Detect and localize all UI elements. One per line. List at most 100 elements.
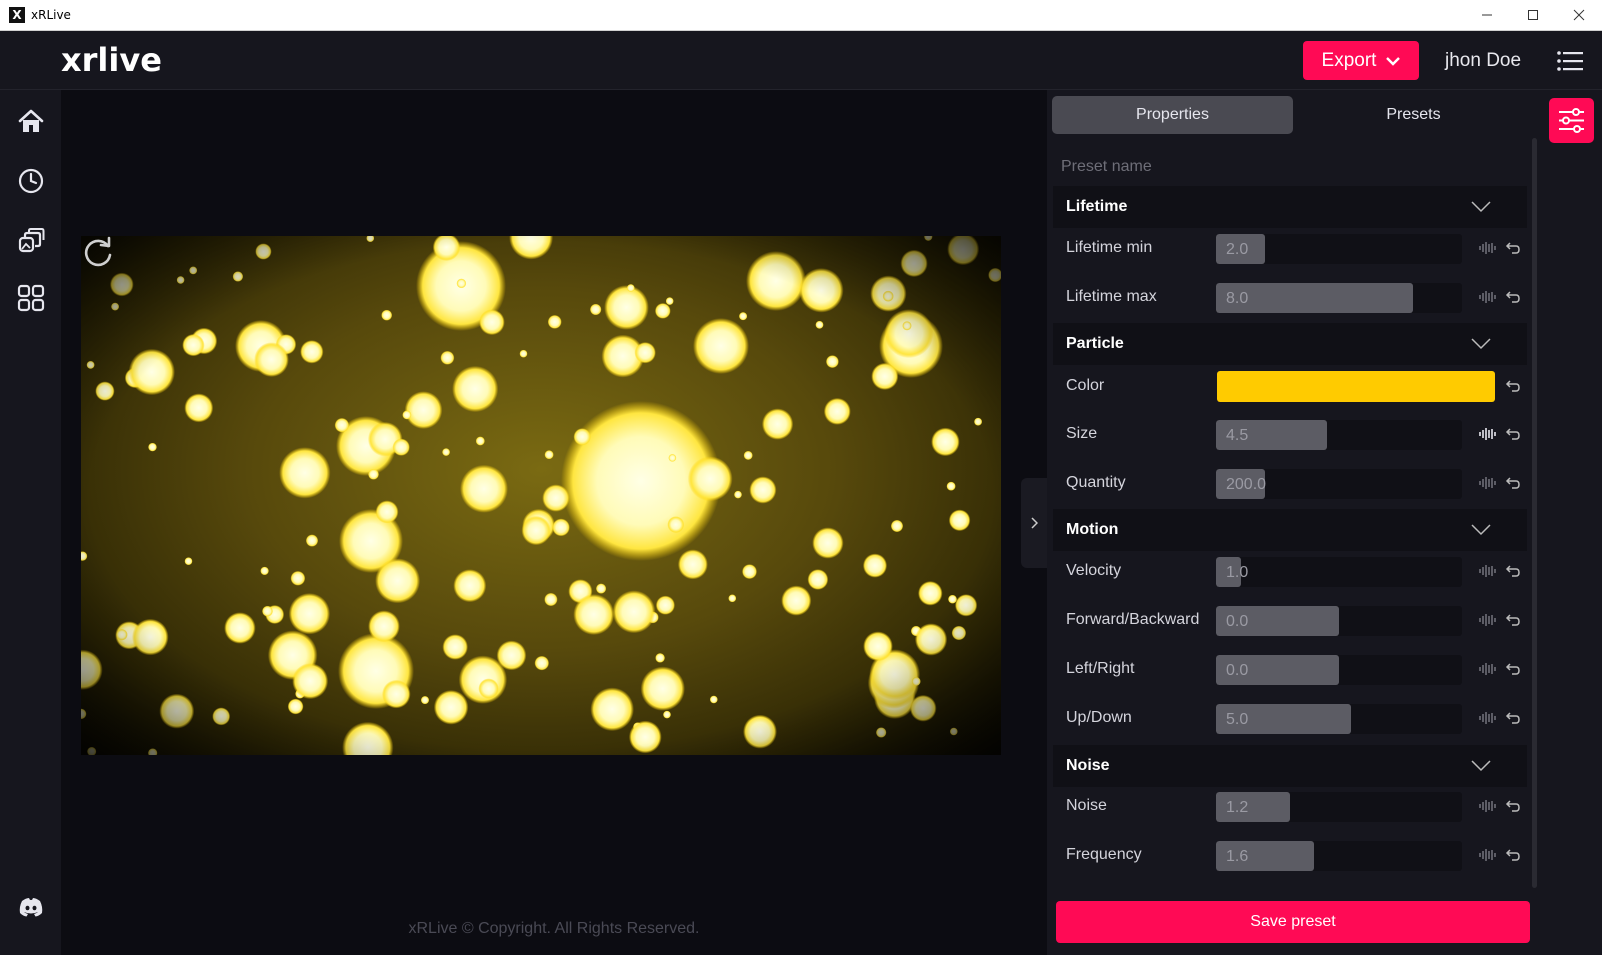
discord-icon[interactable]	[17, 893, 45, 921]
prop-lifetime-min: Lifetime min 2.0	[1053, 227, 1527, 271]
minimize-icon[interactable]	[1464, 0, 1510, 30]
panel-collapse-handle[interactable]	[1021, 478, 1047, 568]
reset-icon[interactable]	[1505, 564, 1521, 578]
left-right-slider[interactable]: 0.0	[1216, 655, 1462, 685]
group-title: Particle	[1066, 335, 1124, 352]
up-down-slider[interactable]: 5.0	[1216, 704, 1462, 734]
slider-value: 4.5	[1226, 427, 1249, 444]
prop-left-right: Left/Right 0.0	[1053, 648, 1527, 692]
prop-label: Forward/Backward	[1066, 611, 1200, 628]
audio-wave-icon[interactable]	[1479, 476, 1497, 490]
reset-icon[interactable]	[1505, 476, 1521, 490]
prop-label: Lifetime max	[1066, 288, 1157, 305]
save-preset-button[interactable]: Save preset	[1056, 901, 1530, 943]
prop-label: Size	[1066, 425, 1098, 442]
slider-value: 200.0	[1226, 476, 1267, 493]
forward-backward-slider[interactable]: 0.0	[1216, 606, 1462, 636]
replay-icon[interactable]	[81, 236, 115, 270]
prop-quantity: Quantity 200.0	[1053, 462, 1527, 506]
lifetime-max-slider[interactable]: 8.0	[1216, 283, 1462, 313]
prop-up-down: Up/Down 5.0	[1053, 697, 1527, 741]
slider-value: 1.6	[1226, 848, 1249, 865]
tune-settings-button[interactable]	[1549, 98, 1594, 143]
reset-icon[interactable]	[1505, 848, 1521, 862]
user-name[interactable]: jhon Doe	[1445, 50, 1521, 72]
noise-slider[interactable]: 1.2	[1216, 792, 1462, 822]
panel-scrollbar[interactable]	[1532, 138, 1537, 888]
lifetime-min-slider[interactable]: 2.0	[1216, 234, 1462, 264]
size-slider[interactable]: 4.5	[1216, 420, 1462, 450]
sliders-icon	[1559, 108, 1584, 133]
grid-icon[interactable]	[17, 284, 45, 312]
slider-value: 8.0	[1226, 290, 1249, 307]
audio-wave-icon[interactable]	[1479, 848, 1497, 862]
prop-forward-backward: Forward/Backward 0.0	[1053, 599, 1527, 643]
reset-icon[interactable]	[1505, 241, 1521, 255]
audio-wave-icon[interactable]	[1479, 799, 1497, 813]
right-toolbar	[1539, 90, 1602, 955]
prop-label: Frequency	[1066, 846, 1142, 863]
copyright-text: xRLive © Copyright. All Rights Reserved.	[408, 920, 700, 937]
app-icon: X	[9, 7, 25, 23]
prop-label: Left/Right	[1066, 660, 1135, 677]
group-motion[interactable]: Motion	[1053, 509, 1527, 551]
clock-icon[interactable]	[17, 167, 45, 195]
preview-stage: xRLive © Copyright. All Rights Reserved.	[61, 90, 1047, 955]
group-title: Noise	[1066, 757, 1110, 774]
prop-color: Color	[1053, 365, 1527, 409]
audio-wave-icon[interactable]	[1479, 427, 1497, 441]
group-noise[interactable]: Noise	[1053, 745, 1527, 787]
velocity-slider[interactable]: 1.0	[1216, 557, 1462, 587]
prop-frequency: Frequency 1.6	[1053, 834, 1527, 878]
chevron-down-icon	[1471, 201, 1491, 213]
reset-icon[interactable]	[1505, 613, 1521, 627]
close-icon[interactable]	[1556, 0, 1602, 30]
preset-name-input[interactable]: Preset name	[1061, 158, 1152, 176]
reset-icon[interactable]	[1505, 799, 1521, 813]
export-label: Export	[1321, 49, 1377, 71]
prop-label: Quantity	[1066, 474, 1126, 491]
reset-icon[interactable]	[1505, 711, 1521, 725]
group-particle[interactable]: Particle	[1053, 323, 1527, 365]
reset-icon[interactable]	[1505, 662, 1521, 676]
prop-label: Velocity	[1066, 562, 1122, 579]
frequency-slider[interactable]: 1.6	[1216, 841, 1462, 871]
app-header: xrlive Export jhon Doe	[0, 31, 1602, 90]
quantity-slider[interactable]: 200.0	[1216, 469, 1462, 499]
window-controls	[1464, 0, 1602, 30]
audio-wave-icon[interactable]	[1479, 662, 1497, 676]
prop-label: Color	[1066, 377, 1105, 394]
slider-value: 1.2	[1226, 799, 1249, 816]
slider-value: 1.0	[1226, 564, 1249, 581]
maximize-icon[interactable]	[1510, 0, 1556, 30]
chevron-right-icon	[1031, 517, 1038, 529]
reset-icon[interactable]	[1505, 290, 1521, 304]
tab-properties[interactable]: Properties	[1052, 96, 1293, 134]
window-title: xRLive	[31, 8, 71, 22]
home-icon[interactable]	[17, 108, 45, 136]
panel-tabs: Properties Presets	[1052, 96, 1534, 134]
reset-icon[interactable]	[1505, 379, 1521, 393]
slider-value: 0.0	[1226, 613, 1249, 630]
left-sidebar	[0, 90, 61, 955]
app-logo: xrlive	[61, 41, 162, 79]
reset-icon[interactable]	[1505, 427, 1521, 441]
audio-wave-icon[interactable]	[1479, 711, 1497, 725]
color-swatch[interactable]	[1217, 371, 1495, 402]
audio-wave-icon[interactable]	[1479, 241, 1497, 255]
layers-icon[interactable]	[17, 227, 45, 255]
properties-panel: Properties Presets Preset name Lifetime …	[1047, 90, 1539, 955]
particle-preview[interactable]	[81, 236, 1001, 755]
audio-wave-icon[interactable]	[1479, 290, 1497, 304]
menu-icon[interactable]	[1557, 51, 1583, 71]
audio-wave-icon[interactable]	[1479, 564, 1497, 578]
slider-value: 5.0	[1226, 711, 1249, 728]
prop-label: Lifetime min	[1066, 239, 1153, 256]
group-lifetime[interactable]: Lifetime	[1053, 186, 1527, 228]
export-button[interactable]: Export	[1303, 41, 1419, 80]
particle-field	[81, 236, 1001, 755]
tab-presets[interactable]: Presets	[1293, 96, 1534, 134]
group-title: Lifetime	[1066, 198, 1128, 215]
slider-value: 0.0	[1226, 662, 1249, 679]
audio-wave-icon[interactable]	[1479, 613, 1497, 627]
